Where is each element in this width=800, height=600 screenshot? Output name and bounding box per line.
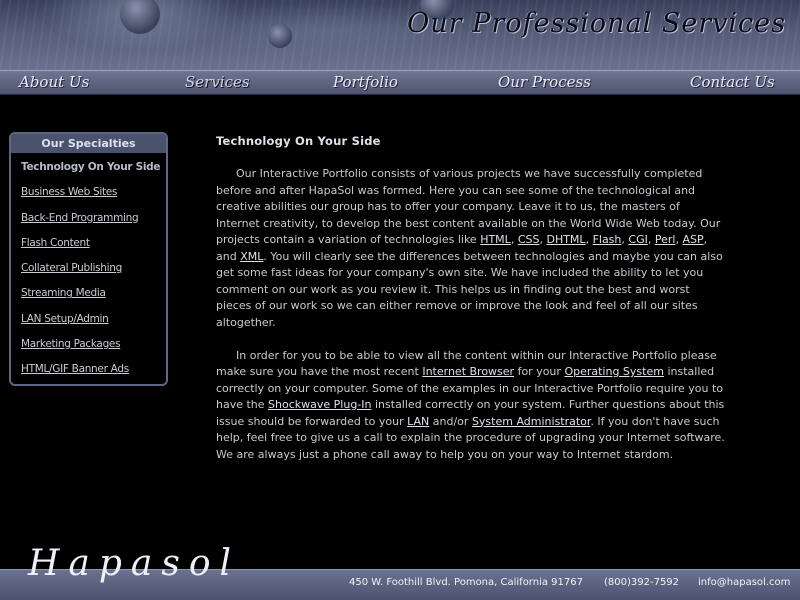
sidebar-link-collateral-publishing[interactable]: Collateral Publishing — [21, 262, 122, 274]
decorative-sphere — [120, 0, 160, 34]
sidebar-item-streaming-media: Streaming Media — [21, 287, 166, 312]
link-asp[interactable]: ASP — [682, 233, 703, 246]
paragraph-text: for your — [514, 365, 565, 378]
nav-contact-us[interactable]: Contact Us — [690, 73, 775, 91]
link-cgi[interactable]: CGI — [628, 233, 647, 246]
sidebar-item-technology-on-your-side: Technology On Your Side — [21, 161, 161, 173]
sidebar-item-collateral-publishing: Collateral Publishing — [21, 262, 166, 287]
nav-services[interactable]: Services — [185, 73, 250, 91]
paragraph-text: , — [647, 233, 655, 246]
footer-email[interactable]: info@hapasol.com — [698, 577, 790, 588]
sidebar-item-back-end-programming: Back-End Programming — [21, 212, 166, 237]
sidebar-link-flash-content[interactable]: Flash Content — [21, 237, 90, 249]
footer-address: 450 W. Foothill Blvd. Pomona, California… — [349, 577, 583, 588]
link-xml[interactable]: XML — [240, 250, 263, 263]
link-dhtml[interactable]: DHTML — [546, 233, 585, 246]
nav-about-us[interactable]: About Us — [19, 73, 89, 91]
sidebar-item-marketing-packages: Marketing Packages — [21, 338, 166, 363]
sidebar-link-back-end-programming[interactable]: Back-End Programming — [21, 212, 139, 224]
link-system-administrator[interactable]: System Administrator — [472, 415, 591, 428]
decorative-sphere — [268, 24, 292, 48]
link-shockwave-plugin[interactable]: Shockwave Plug-In — [268, 398, 371, 411]
link-perl[interactable]: Perl — [655, 233, 676, 246]
sidebar-title: Our Specialties — [11, 134, 166, 153]
link-flash[interactable]: Flash — [593, 233, 622, 246]
specialties-list: Technology On Your Side Business Web Sit… — [11, 153, 166, 389]
intro-paragraph: Our Interactive Portfolio consists of va… — [216, 166, 726, 331]
hapasol-logo: Hapasol — [28, 543, 241, 584]
header-banner: Our Professional Services — [0, 0, 800, 70]
sidebar-link-marketing-packages[interactable]: Marketing Packages — [21, 338, 121, 350]
link-internet-browser[interactable]: Internet Browser — [422, 365, 514, 378]
paragraph-text: . You will clearly see the differences b… — [216, 249, 723, 329]
specialties-sidebar: Our Specialties Technology On Your Side … — [9, 132, 168, 386]
paragraph-text: , — [510, 233, 518, 246]
link-operating-system[interactable]: Operating System — [564, 365, 664, 378]
link-html[interactable]: HTML — [480, 233, 511, 246]
sidebar-link-streaming-media[interactable]: Streaming Media — [21, 287, 106, 299]
paragraph-text: and/or — [429, 414, 472, 428]
link-lan[interactable]: LAN — [407, 415, 429, 428]
sidebar-link-business-web-sites[interactable]: Business Web Sites — [21, 186, 117, 198]
main-content: Technology On Your Side Our Interactive … — [216, 134, 726, 480]
page-title: Technology On Your Side — [216, 134, 381, 148]
sidebar-link-banner-ads[interactable]: HTML/GIF Banner Ads — [21, 363, 129, 375]
nav-portfolio[interactable]: Portfolio — [333, 73, 398, 91]
main-nav: About Us Services Portfolio Our Process … — [0, 70, 800, 95]
nav-our-process[interactable]: Our Process — [498, 73, 591, 91]
link-css[interactable]: CSS — [518, 233, 540, 246]
page-banner-title: Our Professional Services — [407, 8, 786, 39]
sidebar-item-flash-content: Flash Content — [21, 237, 166, 262]
sidebar-link-lan-setup-admin[interactable]: LAN Setup/Admin — [21, 313, 109, 325]
requirements-paragraph: In order for you to be able to view all … — [216, 348, 726, 464]
sidebar-item-business-web-sites: Business Web Sites — [21, 186, 166, 211]
paragraph-text: , — [585, 233, 593, 246]
footer-phone: (800)392-7592 — [604, 577, 680, 588]
sidebar-item-lan-setup-admin: LAN Setup/Admin — [21, 313, 166, 338]
sidebar-item-banner-ads: HTML/GIF Banner Ads — [21, 363, 166, 388]
